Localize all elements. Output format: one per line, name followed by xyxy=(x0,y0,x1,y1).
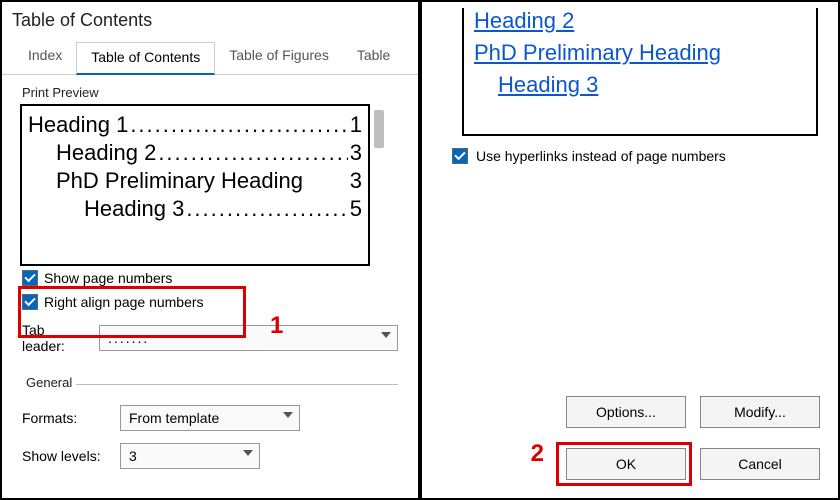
tab-index[interactable]: Index xyxy=(14,41,76,74)
preview-row: Heading 1 ..............................… xyxy=(28,112,362,138)
preview-heading-label: Heading 3 xyxy=(84,196,184,222)
annotation-callout-1: 1 xyxy=(270,312,283,340)
tab-leader-label: Tab leader: xyxy=(22,322,91,354)
right-align-row: Right align page numbers xyxy=(2,290,418,314)
chevron-down-icon xyxy=(381,332,391,338)
preview-row: PhD Preliminary Heading 3 xyxy=(28,168,362,194)
web-preview-link[interactable]: PhD Preliminary Heading xyxy=(474,40,806,66)
preview-leader: ................................. xyxy=(130,112,347,138)
preview-leader: ........................ xyxy=(158,140,347,166)
preview-page-num: 3 xyxy=(350,168,362,194)
show-levels-spinner[interactable]: 3 xyxy=(120,443,260,469)
preview-page-num: 1 xyxy=(350,112,362,138)
tab-leader-value: ....... xyxy=(108,330,149,346)
ok-cancel-row: OK Cancel xyxy=(566,448,820,480)
show-levels-label: Show levels: xyxy=(22,448,112,464)
tab-leader-row: Tab leader: ....... xyxy=(2,318,418,358)
chevron-down-icon xyxy=(243,450,253,456)
general-group-label: General xyxy=(22,375,76,390)
cancel-button[interactable]: Cancel xyxy=(700,448,820,480)
general-group-divider: General xyxy=(22,384,398,385)
dialog-title: Table of Contents xyxy=(2,2,418,35)
options-button[interactable]: Options... xyxy=(566,396,686,428)
right-align-checkbox[interactable] xyxy=(22,294,38,310)
show-page-numbers-row: Show page numbers xyxy=(2,266,418,290)
preview-heading-label: PhD Preliminary Heading xyxy=(56,168,303,194)
tab-table-extra[interactable]: Table xyxy=(343,41,404,74)
annotation-callout-2: 2 xyxy=(531,440,544,468)
ok-button[interactable]: OK xyxy=(566,448,686,480)
print-preview-wrap: Heading 1 ..............................… xyxy=(20,104,400,266)
use-hyperlinks-row: Use hyperlinks instead of page numbers xyxy=(452,148,818,164)
scrollbar-thumb[interactable] xyxy=(374,110,384,148)
formats-combo[interactable]: From template xyxy=(120,405,300,431)
chevron-down-icon xyxy=(283,412,293,418)
show-levels-value: 3 xyxy=(129,448,137,464)
tab-strip: Index Table of Contents Table of Figures… xyxy=(2,41,418,75)
preview-heading-label: Heading 1 xyxy=(28,112,128,138)
formats-value: From template xyxy=(129,410,219,426)
formats-row: Formats: From template xyxy=(2,401,418,435)
preview-row: Heading 2 ........................ 3 xyxy=(28,140,362,166)
use-hyperlinks-checkbox[interactable] xyxy=(452,148,468,164)
toc-dialog-left: Table of Contents Index Table of Content… xyxy=(0,0,420,500)
show-page-numbers-checkbox[interactable] xyxy=(22,270,38,286)
preview-leader: ..................... xyxy=(186,196,347,222)
web-preview-link[interactable]: Heading 2 xyxy=(474,8,806,34)
formats-label: Formats: xyxy=(22,410,112,426)
right-align-label: Right align page numbers xyxy=(44,294,204,310)
tab-table-of-contents[interactable]: Table of Contents xyxy=(76,42,215,75)
options-modify-row: Options... Modify... xyxy=(566,396,820,428)
print-preview-label: Print Preview xyxy=(2,75,418,104)
tab-table-of-figures[interactable]: Table of Figures xyxy=(215,41,343,74)
preview-page-num: 3 xyxy=(350,140,362,166)
preview-heading-label: Heading 2 xyxy=(56,140,156,166)
web-preview-link[interactable]: Heading 3 xyxy=(474,72,806,98)
tab-leader-combo[interactable]: ....... xyxy=(99,325,398,351)
use-hyperlinks-label: Use hyperlinks instead of page numbers xyxy=(476,148,726,164)
show-page-numbers-label: Show page numbers xyxy=(44,270,172,286)
modify-button[interactable]: Modify... xyxy=(700,396,820,428)
toc-dialog-right: Heading 2 PhD Preliminary Heading Headin… xyxy=(420,0,840,500)
web-preview-box: Heading 2 PhD Preliminary Heading Headin… xyxy=(462,8,818,136)
preview-page-num: 5 xyxy=(350,196,362,222)
preview-row: Heading 3 ..................... 5 xyxy=(28,196,362,222)
show-levels-row: Show levels: 3 xyxy=(2,439,418,473)
print-preview-box: Heading 1 ..............................… xyxy=(20,104,370,266)
